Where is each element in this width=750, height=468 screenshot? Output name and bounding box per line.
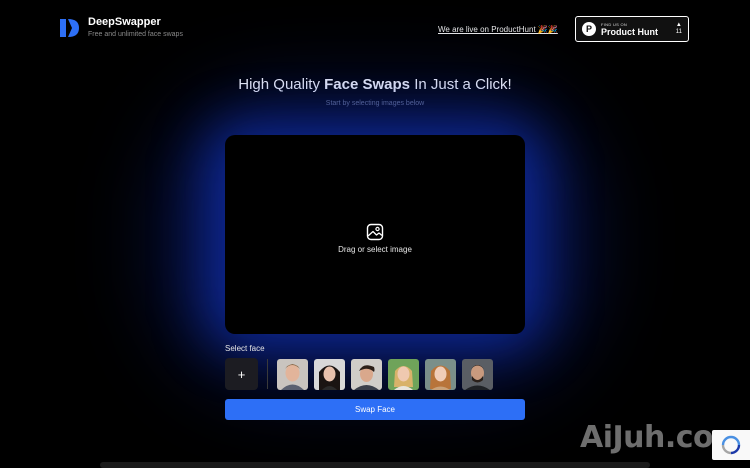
add-face-button[interactable]: + (225, 358, 258, 390)
producthunt-badge-title: Product Hunt (601, 26, 658, 37)
face-portrait-6 (462, 358, 493, 390)
vote-count: 11 (675, 29, 682, 35)
face-option-2[interactable] (314, 358, 345, 390)
producthunt-badge[interactable]: P FIND US ON Product Hunt ▲ 11 (575, 16, 689, 42)
producthunt-link[interactable]: We are live on ProductHunt 🎉🎉 (438, 25, 558, 34)
face-option-3[interactable] (351, 358, 382, 390)
upvote-arrow-icon: ▲ (675, 22, 682, 28)
producthunt-badge-text: FIND US ON Product Hunt (601, 22, 658, 37)
face-portrait-4 (388, 358, 419, 390)
producthunt-votes: ▲ 11 (676, 22, 682, 36)
image-upload-icon (366, 223, 384, 241)
brand-tagline: Free and unlimited face swaps (88, 31, 183, 38)
face-option-6[interactable] (462, 358, 493, 390)
image-upload-dropzone[interactable]: Drag or select image (225, 135, 525, 334)
brand-name: DeepSwapper (88, 16, 161, 28)
face-portrait-2 (314, 358, 345, 390)
bottom-bar (100, 462, 650, 468)
face-portrait-3 (351, 358, 382, 390)
face-selector: + (225, 358, 499, 390)
recaptcha-badge[interactable] (712, 430, 750, 460)
face-option-5[interactable] (425, 358, 456, 390)
producthunt-logo-icon: P (582, 22, 596, 36)
recaptcha-icon (721, 435, 741, 455)
face-portrait-1 (277, 358, 308, 390)
face-divider (267, 359, 268, 389)
face-portrait-5 (425, 358, 456, 390)
page: DeepSwapper Free and unlimited face swap… (0, 0, 750, 468)
brand[interactable]: DeepSwapper Free and unlimited face swap… (58, 16, 183, 40)
upload-label: Drag or select image (338, 245, 412, 254)
swap-face-button[interactable]: Swap Face (225, 399, 525, 420)
brand-text: DeepSwapper Free and unlimited face swap… (88, 16, 183, 40)
select-face-label: Select face (225, 344, 265, 353)
face-option-1[interactable] (277, 358, 308, 390)
deepswapper-logo-icon (60, 19, 79, 37)
face-option-4[interactable] (388, 358, 419, 390)
